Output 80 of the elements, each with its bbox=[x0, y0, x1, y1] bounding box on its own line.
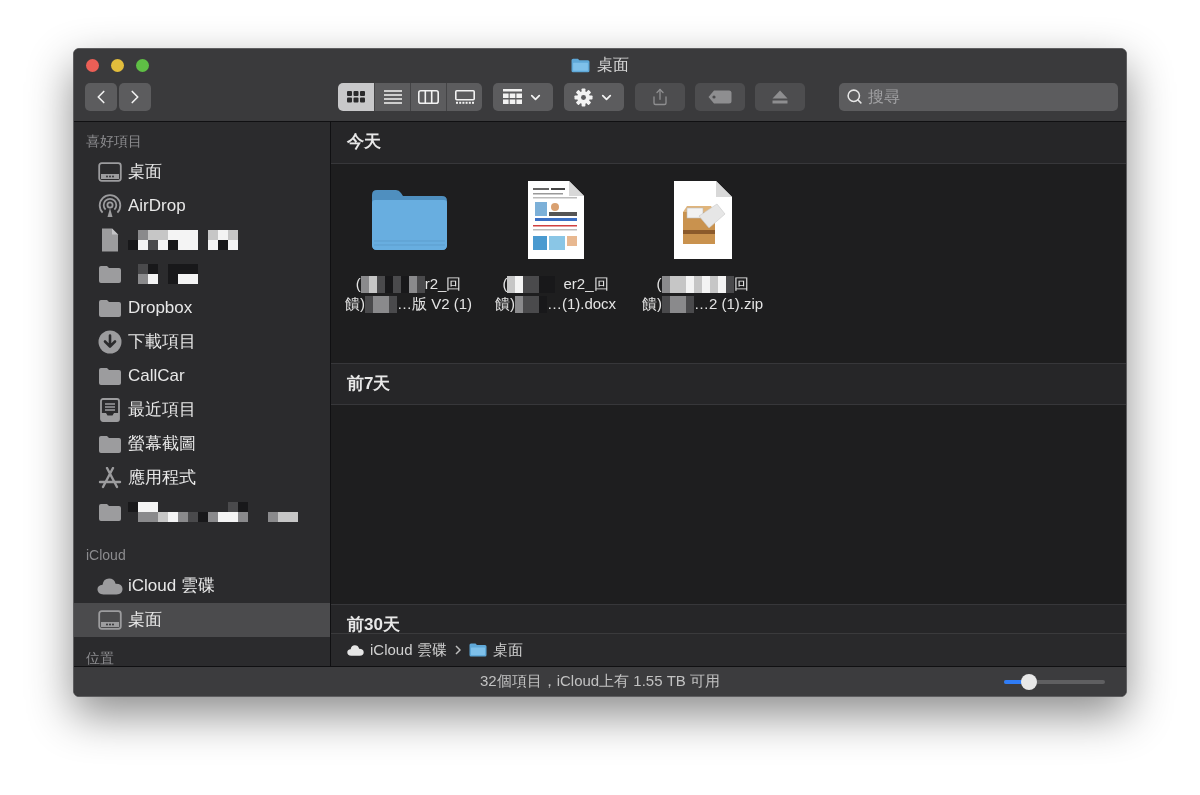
tag-icon bbox=[708, 90, 732, 104]
sidebar-section-title: iCloud bbox=[86, 547, 126, 563]
folder-icon bbox=[468, 643, 487, 657]
sidebar-item[interactable]: CallCar bbox=[74, 359, 330, 393]
grid-icon bbox=[347, 91, 365, 103]
file-name-text: ( bbox=[502, 273, 508, 294]
file-name-text: …版 V2 (1) bbox=[397, 293, 472, 314]
group-title: 今天 bbox=[347, 133, 381, 151]
gallery-view-button[interactable] bbox=[446, 83, 482, 111]
eject-icon bbox=[772, 90, 788, 104]
chevron-right-icon bbox=[454, 645, 461, 655]
window-title: 桌面 bbox=[597, 55, 629, 75]
search-field[interactable]: 搜尋 bbox=[839, 83, 1118, 111]
folder-icon bbox=[98, 434, 122, 454]
file-name-text: ( bbox=[355, 273, 361, 294]
document-icon bbox=[100, 228, 120, 252]
folder-icon bbox=[571, 57, 590, 73]
gallery-icon bbox=[454, 90, 475, 104]
sidebar-item[interactable]: Dropbox bbox=[74, 291, 330, 325]
sidebar-item[interactable]: 最近項目 bbox=[74, 393, 330, 427]
path-item[interactable]: iCloud 雲碟 bbox=[347, 638, 447, 662]
folder-icon bbox=[98, 366, 122, 386]
status-text: 32個項目，iCloud上有 1.55 TB 可用 bbox=[479, 671, 721, 692]
column-view-button[interactable] bbox=[410, 83, 446, 111]
tray-icon bbox=[99, 398, 121, 422]
zoom-button[interactable] bbox=[136, 58, 149, 72]
download-icon bbox=[98, 330, 122, 354]
folder-icon bbox=[98, 298, 122, 318]
folder-icon[interactable] bbox=[369, 189, 448, 251]
document-icon[interactable] bbox=[526, 180, 585, 260]
file-name-text: 饋) bbox=[641, 293, 662, 314]
icon-size-slider[interactable] bbox=[1004, 673, 1105, 690]
archive-icon[interactable] bbox=[672, 180, 733, 260]
sidebar-section-title: 位置 bbox=[86, 650, 114, 666]
folder-icon bbox=[98, 264, 122, 284]
desktop-icon bbox=[98, 610, 122, 630]
forward-button[interactable] bbox=[119, 83, 151, 111]
pixelated-redaction bbox=[514, 295, 547, 313]
slider-thumb[interactable] bbox=[1021, 673, 1038, 690]
close-button[interactable] bbox=[86, 58, 99, 72]
list-view-button[interactable] bbox=[374, 83, 410, 111]
pixelated-redaction bbox=[661, 295, 694, 313]
sidebar-item[interactable]: 桌面 bbox=[74, 603, 330, 637]
search-icon bbox=[846, 88, 863, 105]
list-icon bbox=[383, 90, 402, 104]
group-menu-button[interactable] bbox=[493, 83, 553, 111]
share-icon bbox=[651, 88, 669, 106]
action-menu-button[interactable] bbox=[564, 83, 624, 111]
folder-icon bbox=[98, 502, 122, 522]
file-name-text: er2_回 bbox=[563, 273, 609, 294]
sidebar-section-title: 喜好項目 bbox=[86, 133, 142, 149]
group-title: 前30天 bbox=[347, 616, 400, 633]
file-name-text: 回 bbox=[733, 273, 749, 294]
sidebar-item[interactable]: 桌面 bbox=[74, 155, 330, 189]
sidebar-item[interactable]: 應用程式 bbox=[74, 461, 330, 495]
sidebar-item[interactable]: 下載項目 bbox=[74, 325, 330, 359]
signal-rings-icon bbox=[98, 194, 122, 218]
columns-icon bbox=[418, 90, 439, 104]
file-name-text: ( bbox=[656, 273, 662, 294]
desktop-icon bbox=[98, 162, 122, 182]
icon-view-button[interactable] bbox=[338, 83, 374, 111]
settings-icon bbox=[574, 87, 593, 107]
cloud-icon bbox=[347, 644, 364, 656]
file-name-text: 饋) bbox=[345, 293, 365, 314]
sidebar-item[interactable]: iCloud 雲碟 bbox=[74, 569, 330, 603]
back-button[interactable] bbox=[85, 83, 117, 111]
grid-menu-icon bbox=[503, 89, 522, 105]
group-title: 前7天 bbox=[347, 375, 391, 393]
pixelated-redaction bbox=[365, 295, 397, 313]
file-name-text: 饋) bbox=[494, 293, 515, 314]
file-name-text: …2 (1).zip bbox=[693, 293, 764, 314]
cloud-icon bbox=[97, 577, 123, 595]
sidebar-item[interactable]: AirDrop bbox=[74, 189, 330, 223]
a-shaped-tools-icon bbox=[98, 467, 122, 489]
path-item[interactable]: 桌面 bbox=[468, 638, 523, 662]
file-name-text: …(1).docx bbox=[546, 293, 617, 314]
minimize-button[interactable] bbox=[111, 58, 124, 72]
pixelated-redaction bbox=[360, 275, 425, 293]
sidebar-item[interactable]: 螢幕截圖 bbox=[74, 427, 330, 461]
file-name-text: r2_回 bbox=[424, 273, 462, 294]
